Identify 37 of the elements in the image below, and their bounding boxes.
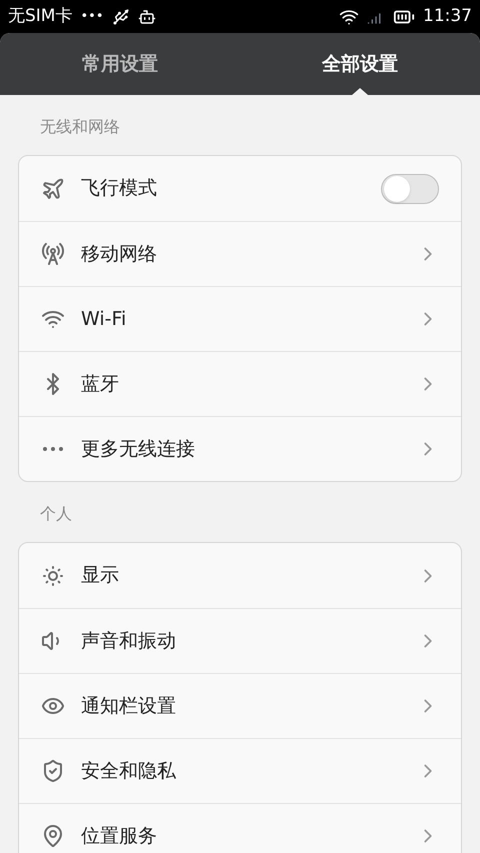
notification-dots: ••• <box>80 8 104 26</box>
selected-indicator-icon <box>352 88 368 95</box>
sun-icon <box>41 564 65 588</box>
row-label: 声音和振动 <box>81 628 177 654</box>
signal-tower-icon <box>41 242 65 266</box>
row-label: 移动网络 <box>81 242 158 267</box>
carrier-text: 无SIM卡 <box>8 4 72 28</box>
section-header: 个人 <box>39 503 73 525</box>
row-label: 位置服务 <box>81 824 158 849</box>
settings-row[interactable]: 安全和隐私 <box>19 738 461 803</box>
row-label: 蓝牙 <box>81 372 120 397</box>
airplane-icon <box>41 176 65 200</box>
settings-row[interactable]: 更多无线连接 <box>19 416 461 481</box>
shield-icon <box>41 759 65 783</box>
more-icon <box>43 447 63 451</box>
row-label: Wi-Fi <box>81 306 128 332</box>
settings-row[interactable]: 位置服务 <box>19 803 461 853</box>
toggle-switch[interactable] <box>381 174 439 204</box>
tab[interactable]: 全部设置 <box>240 33 480 95</box>
settings-row[interactable]: 飞行模式 <box>19 156 461 221</box>
settings-row[interactable]: 声音和振动 <box>19 608 461 673</box>
row-label: 安全和隐私 <box>81 758 177 784</box>
tab[interactable]: 常用设置 <box>0 33 240 95</box>
row-label: 显示 <box>81 563 120 588</box>
usb-icon <box>112 8 130 26</box>
section-header: 无线和网络 <box>39 116 121 138</box>
settings-row[interactable]: 移动网络 <box>19 221 461 286</box>
settings-row[interactable]: 蓝牙 <box>19 351 461 416</box>
settings-row[interactable]: 显示 <box>19 543 461 608</box>
row-label: 通知栏设置 <box>81 694 177 719</box>
row-label: 更多无线连接 <box>81 436 196 462</box>
settings-row[interactable]: Wi-Fi <box>19 286 461 351</box>
clock-text: 11:37 <box>423 4 472 28</box>
row-label: 飞行模式 <box>81 176 158 202</box>
settings-row[interactable]: 通知栏设置 <box>19 673 461 738</box>
location-pin-icon <box>41 824 65 848</box>
robot-icon <box>138 8 156 26</box>
